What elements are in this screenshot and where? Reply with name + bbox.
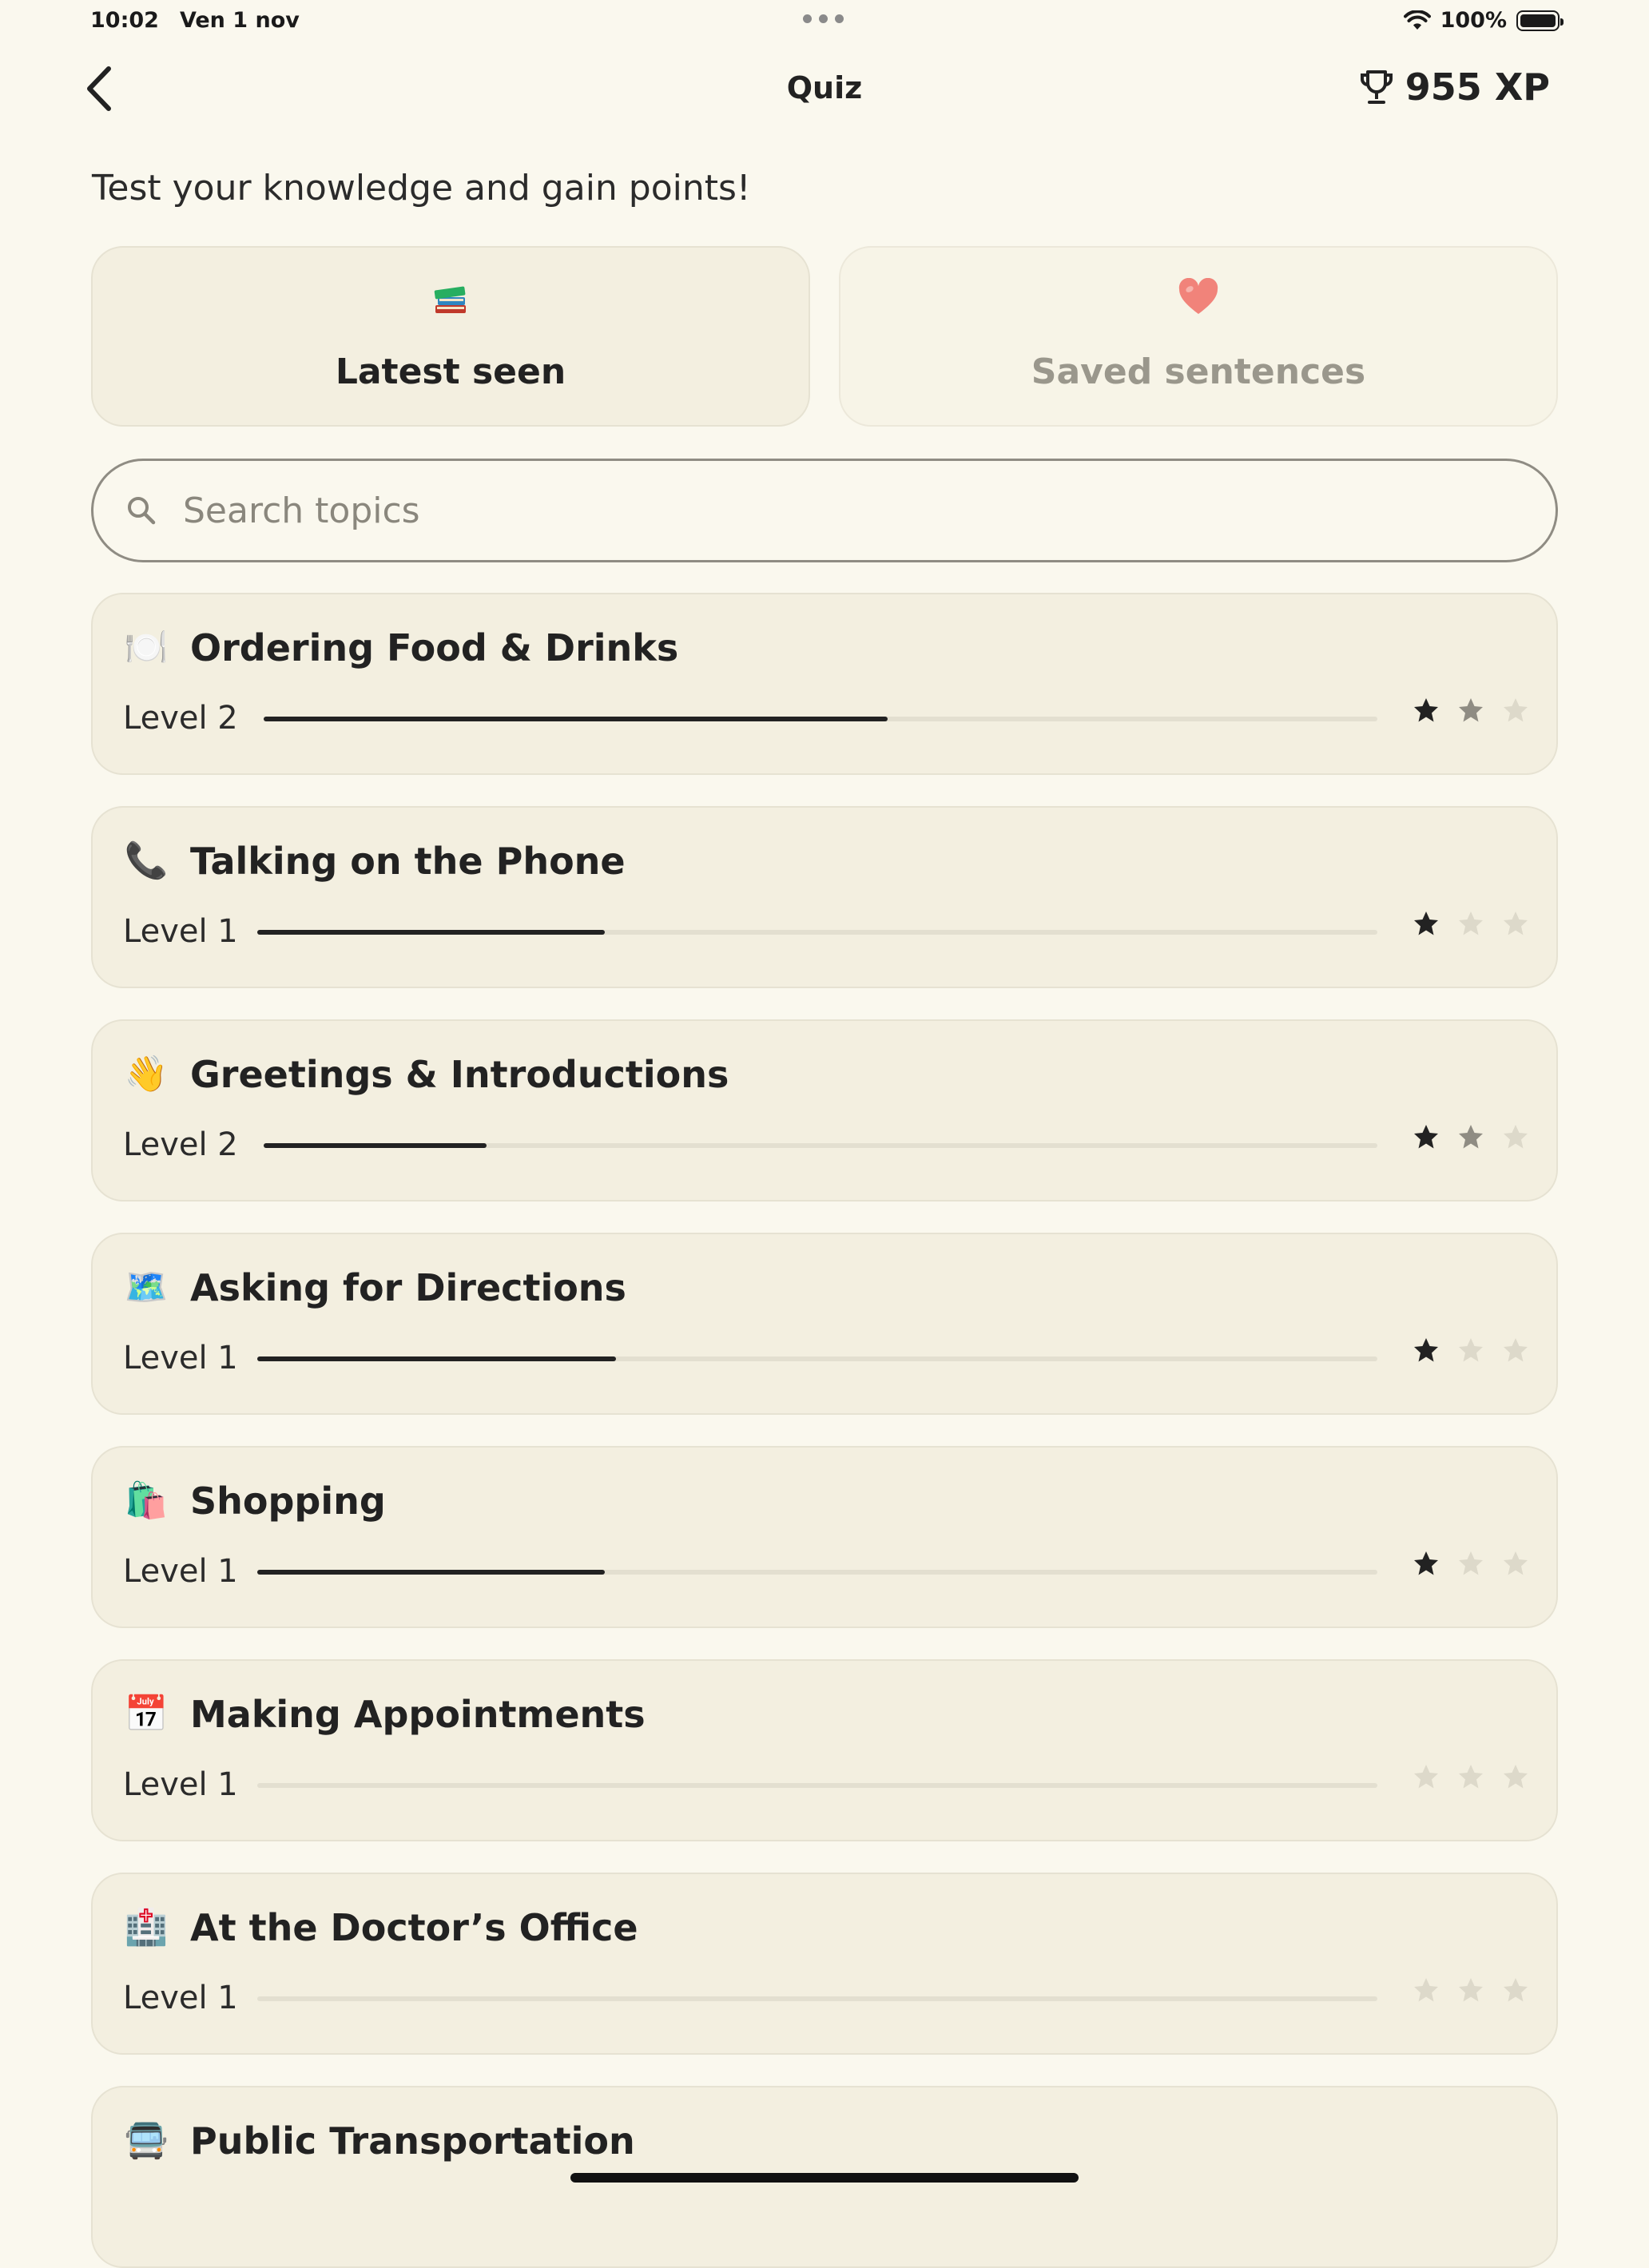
topic-progress-bar — [257, 1570, 1377, 1575]
latest-seen-tab[interactable]: Latest seen — [91, 246, 810, 427]
topic-stars — [1413, 910, 1529, 937]
star-icon — [1459, 912, 1483, 935]
wave-icon: 👋 — [124, 1054, 169, 1094]
star-icon — [1504, 912, 1528, 935]
topic-progress-bar — [257, 930, 1377, 935]
saved-sentences-tab[interactable]: Saved sentences — [839, 246, 1558, 427]
topic-progress-bar — [264, 717, 1377, 721]
topic-title: Asking for Directions — [190, 1266, 626, 1309]
latest-seen-label: Latest seen — [335, 352, 566, 392]
status-indicators: 100% — [1403, 8, 1564, 33]
star-icon — [1459, 1338, 1483, 1362]
topic-progress-fill — [264, 717, 888, 721]
topic-progress-bar — [257, 1356, 1377, 1361]
topic-stars — [1413, 1337, 1529, 1364]
search-bar[interactable] — [91, 459, 1558, 562]
topic-level: Level 2 — [123, 1126, 238, 1163]
topic-progress-fill — [257, 1356, 616, 1361]
search-input[interactable] — [181, 489, 1463, 532]
saved-sentences-label: Saved sentences — [1031, 352, 1366, 392]
topic-level: Level 1 — [123, 1766, 238, 1803]
xp-counter[interactable]: 955 XP — [1359, 66, 1550, 109]
topic-card[interactable]: 🛍️ Shopping Level 1 — [91, 1446, 1558, 1628]
star-icon — [1504, 1551, 1528, 1575]
battery-icon — [1516, 10, 1564, 31]
star-icon — [1504, 1338, 1528, 1362]
topic-level: Level 1 — [123, 1340, 238, 1376]
topic-stars — [1413, 697, 1529, 724]
trophy-icon — [1360, 70, 1393, 104]
hospital-icon: 🏥 — [124, 1907, 169, 1948]
status-time: 10:02 — [90, 8, 159, 33]
star-icon — [1414, 912, 1438, 935]
shopping-bags-icon: 🛍️ — [124, 1480, 169, 1521]
bus-icon: 🚍 — [124, 2120, 169, 2161]
calendar-icon: 📅 — [124, 1694, 169, 1734]
star-icon — [1459, 1125, 1483, 1149]
topic-title: At the Doctor’s Office — [190, 1906, 638, 1949]
xp-value: 955 XP — [1405, 66, 1550, 109]
star-icon — [1459, 1551, 1483, 1575]
star-icon — [1504, 1978, 1528, 2002]
topic-title: Shopping — [190, 1480, 386, 1523]
topic-stars — [1413, 1123, 1529, 1150]
topic-level: Level 1 — [123, 1980, 238, 2016]
star-icon — [1414, 698, 1438, 722]
topic-progress-fill — [264, 1143, 487, 1148]
wifi-icon — [1403, 10, 1431, 30]
books-icon — [93, 278, 809, 318]
map-icon: 🗺️ — [124, 1267, 169, 1308]
topic-title: Greetings & Introductions — [190, 1053, 729, 1096]
topic-card[interactable]: 🏥 At the Doctor’s Office Level 1 — [91, 1873, 1558, 2055]
topic-stars — [1413, 1763, 1529, 1790]
topic-level: Level 1 — [123, 913, 238, 950]
topic-card[interactable]: 🍽️ Ordering Food & Drinks Level 2 — [91, 593, 1558, 775]
star-icon — [1414, 1551, 1438, 1575]
star-icon — [1459, 698, 1483, 722]
topic-card[interactable]: 📅 Making Appointments Level 1 — [91, 1659, 1558, 1841]
topic-title: Talking on the Phone — [190, 840, 626, 883]
star-icon — [1414, 1978, 1438, 2002]
status-time-date: 10:02 Ven 1 nov — [90, 8, 300, 33]
plate-icon: 🍽️ — [124, 627, 169, 668]
topic-card[interactable]: 🗺️ Asking for Directions Level 1 — [91, 1233, 1558, 1415]
topic-progress-fill — [257, 930, 605, 935]
phone-icon: 📞 — [124, 840, 169, 881]
topic-progress-bar — [257, 1783, 1377, 1788]
topic-progress-bar — [264, 1143, 1377, 1148]
star-icon — [1414, 1765, 1438, 1789]
topic-stars — [1413, 1550, 1529, 1577]
topic-level: Level 1 — [123, 1553, 238, 1590]
star-icon — [1459, 1765, 1483, 1789]
topic-title: Making Appointments — [190, 1693, 646, 1736]
topic-card[interactable]: 👋 Greetings & Introductions Level 2 — [91, 1019, 1558, 1202]
heart-icon — [840, 278, 1556, 316]
battery-percent: 100% — [1440, 8, 1507, 33]
topic-stars — [1413, 1976, 1529, 2004]
star-icon — [1504, 698, 1528, 722]
topic-progress-bar — [257, 1996, 1377, 2001]
star-icon — [1504, 1125, 1528, 1149]
topic-level: Level 2 — [123, 700, 238, 737]
star-icon — [1414, 1338, 1438, 1362]
topic-title: Ordering Food & Drinks — [190, 626, 679, 669]
topic-title: Public Transportation — [190, 2119, 635, 2163]
multitasking-dots-icon[interactable] — [803, 14, 844, 23]
status-bar: 10:02 Ven 1 nov 100% — [0, 0, 1649, 45]
topic-progress-fill — [257, 1570, 605, 1575]
page-subtitle: Test your knowledge and gain points! — [92, 168, 751, 209]
star-icon — [1504, 1765, 1528, 1789]
star-icon — [1459, 1978, 1483, 2002]
star-icon — [1414, 1125, 1438, 1149]
home-indicator[interactable] — [570, 2173, 1079, 2183]
status-date: Ven 1 nov — [179, 8, 300, 33]
topic-card[interactable]: 📞 Talking on the Phone Level 1 — [91, 806, 1558, 988]
search-icon — [128, 497, 156, 525]
